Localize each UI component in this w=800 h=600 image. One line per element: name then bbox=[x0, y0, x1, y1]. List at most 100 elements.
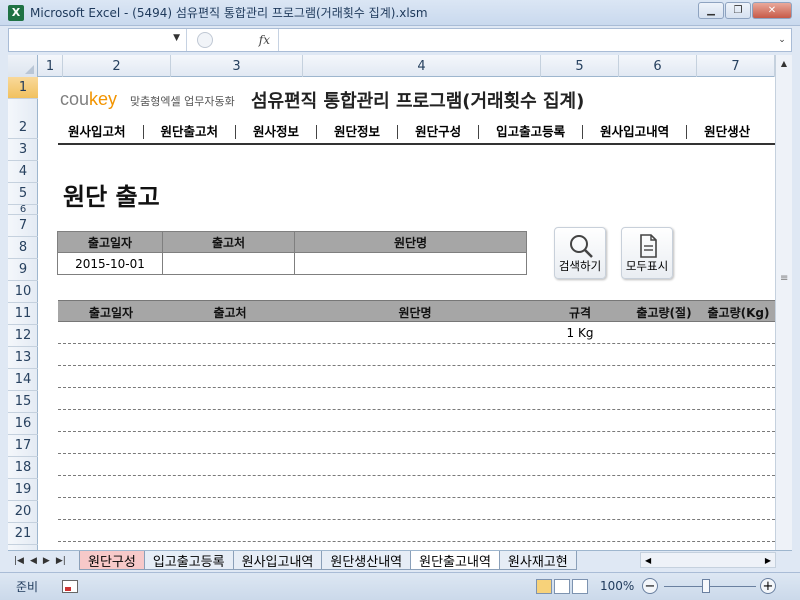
restore-button[interactable]: ❐ bbox=[725, 2, 751, 19]
row-header[interactable]: 4 bbox=[8, 161, 38, 183]
table-cell[interactable] bbox=[626, 520, 702, 542]
table-cell[interactable] bbox=[626, 410, 702, 432]
column-header[interactable]: 1 bbox=[38, 55, 63, 77]
select-all-corner[interactable] bbox=[8, 55, 38, 77]
row-header[interactable]: 5 bbox=[8, 183, 38, 205]
split-grip-icon[interactable]: ≡ bbox=[780, 273, 788, 284]
table-cell[interactable] bbox=[296, 476, 534, 498]
table-cell[interactable] bbox=[164, 366, 296, 388]
search-button[interactable]: 검색하기 bbox=[554, 227, 606, 279]
row-header[interactable]: 20 bbox=[8, 501, 38, 523]
prev-sheet-icon[interactable]: ◀ bbox=[30, 556, 37, 566]
table-cell[interactable] bbox=[296, 454, 534, 476]
table-row[interactable] bbox=[58, 388, 775, 410]
fabric-name-input[interactable] bbox=[294, 253, 527, 275]
col-ship-date[interactable]: 출고일자 bbox=[58, 301, 164, 323]
formula-cancel-icon[interactable] bbox=[197, 32, 213, 48]
table-cell[interactable] bbox=[702, 476, 775, 498]
table-cell[interactable] bbox=[702, 344, 775, 366]
row-header[interactable]: 2 bbox=[8, 99, 38, 139]
sheet-tab[interactable]: 원단출고내역 bbox=[410, 551, 500, 570]
row-header[interactable]: 7 bbox=[8, 215, 38, 237]
row-header[interactable]: 21 bbox=[8, 523, 38, 545]
scroll-up-icon[interactable]: ▲ bbox=[776, 55, 792, 72]
column-header[interactable]: 3 bbox=[171, 55, 303, 77]
row-header[interactable]: 8 bbox=[8, 237, 38, 259]
chevron-down-icon[interactable]: ▼ bbox=[173, 33, 180, 43]
row-header[interactable]: 19 bbox=[8, 479, 38, 501]
table-cell[interactable] bbox=[164, 388, 296, 410]
table-cell[interactable] bbox=[164, 322, 296, 344]
zoom-slider-track[interactable] bbox=[664, 586, 756, 587]
table-cell[interactable] bbox=[702, 388, 775, 410]
sheet-tab[interactable]: 원단구성 bbox=[79, 551, 145, 570]
table-cell[interactable] bbox=[702, 322, 775, 344]
table-cell[interactable] bbox=[164, 476, 296, 498]
table-cell[interactable]: 1 Kg bbox=[534, 322, 626, 344]
zoom-out-button[interactable]: − bbox=[642, 578, 658, 594]
table-cell[interactable] bbox=[296, 520, 534, 542]
minimize-button[interactable]: ▁ bbox=[698, 2, 724, 19]
worksheet-grid[interactable]: 1 2 3 4 5 6 7 1 2 3 4 5 6 7 8 9 10 11 12… bbox=[8, 55, 775, 550]
formula-input[interactable] bbox=[279, 29, 773, 51]
table-cell[interactable] bbox=[702, 454, 775, 476]
table-cell[interactable] bbox=[58, 432, 164, 454]
table-cell[interactable] bbox=[296, 432, 534, 454]
column-header[interactable]: 6 bbox=[619, 55, 697, 77]
sheet-tab[interactable]: 입고출고등록 bbox=[143, 551, 234, 570]
table-cell[interactable] bbox=[626, 454, 702, 476]
nav-item-yarn-info[interactable]: 원사정보 bbox=[236, 125, 318, 139]
table-cell[interactable] bbox=[702, 520, 775, 542]
table-row[interactable] bbox=[58, 366, 775, 388]
table-cell[interactable] bbox=[626, 498, 702, 520]
normal-view-button[interactable] bbox=[536, 579, 552, 594]
next-sheet-icon[interactable]: ▶ bbox=[43, 556, 50, 566]
table-cell[interactable] bbox=[702, 432, 775, 454]
table-cell[interactable] bbox=[164, 520, 296, 542]
column-header[interactable]: 4 bbox=[303, 55, 541, 77]
table-cell[interactable] bbox=[58, 454, 164, 476]
table-cell[interactable] bbox=[164, 432, 296, 454]
row-header[interactable]: 17 bbox=[8, 435, 38, 457]
zoom-slider-thumb[interactable] bbox=[702, 579, 710, 593]
table-cell[interactable] bbox=[626, 388, 702, 410]
table-cell[interactable] bbox=[296, 322, 534, 344]
table-cell[interactable] bbox=[702, 410, 775, 432]
table-row[interactable] bbox=[58, 344, 775, 366]
table-cell[interactable] bbox=[164, 454, 296, 476]
nav-item-fabric-info[interactable]: 원단정보 bbox=[317, 125, 399, 139]
table-cell[interactable] bbox=[58, 476, 164, 498]
sheet-tab[interactable]: 원사재고현 bbox=[498, 551, 577, 570]
table-cell[interactable] bbox=[58, 410, 164, 432]
table-row[interactable] bbox=[58, 498, 775, 520]
zoom-level[interactable]: 100% bbox=[600, 579, 634, 593]
table-cell[interactable] bbox=[164, 498, 296, 520]
nav-item-in-out-register[interactable]: 입고출고등록 bbox=[479, 125, 584, 139]
last-sheet-icon[interactable]: ▶| bbox=[56, 556, 66, 566]
table-cell[interactable] bbox=[296, 498, 534, 520]
table-cell[interactable] bbox=[58, 498, 164, 520]
table-cell[interactable] bbox=[58, 366, 164, 388]
ship-date-input[interactable]: 2015-10-01 bbox=[57, 253, 163, 275]
table-cell[interactable] bbox=[534, 344, 626, 366]
table-cell[interactable] bbox=[534, 366, 626, 388]
sheet-tab[interactable]: 원단생산내역 bbox=[321, 551, 412, 570]
page-break-view-button[interactable] bbox=[572, 579, 588, 594]
table-cell[interactable] bbox=[296, 410, 534, 432]
table-cell[interactable] bbox=[534, 476, 626, 498]
table-row[interactable] bbox=[58, 432, 775, 454]
row-header[interactable]: 11 bbox=[8, 303, 38, 325]
col-fabric-name[interactable]: 원단명 bbox=[296, 301, 534, 323]
table-cell[interactable] bbox=[534, 410, 626, 432]
column-header[interactable]: 5 bbox=[541, 55, 619, 77]
row-header[interactable]: 14 bbox=[8, 369, 38, 391]
table-row[interactable]: 1 Kg bbox=[58, 322, 775, 344]
page-layout-view-button[interactable] bbox=[554, 579, 570, 594]
table-cell[interactable] bbox=[58, 344, 164, 366]
row-header[interactable]: 16 bbox=[8, 413, 38, 435]
col-spec[interactable]: 규격 bbox=[534, 301, 626, 323]
table-row[interactable] bbox=[58, 476, 775, 498]
horizontal-scrollbar[interactable]: ◀ ▶ bbox=[640, 552, 776, 568]
table-cell[interactable] bbox=[58, 322, 164, 344]
table-cell[interactable] bbox=[626, 366, 702, 388]
